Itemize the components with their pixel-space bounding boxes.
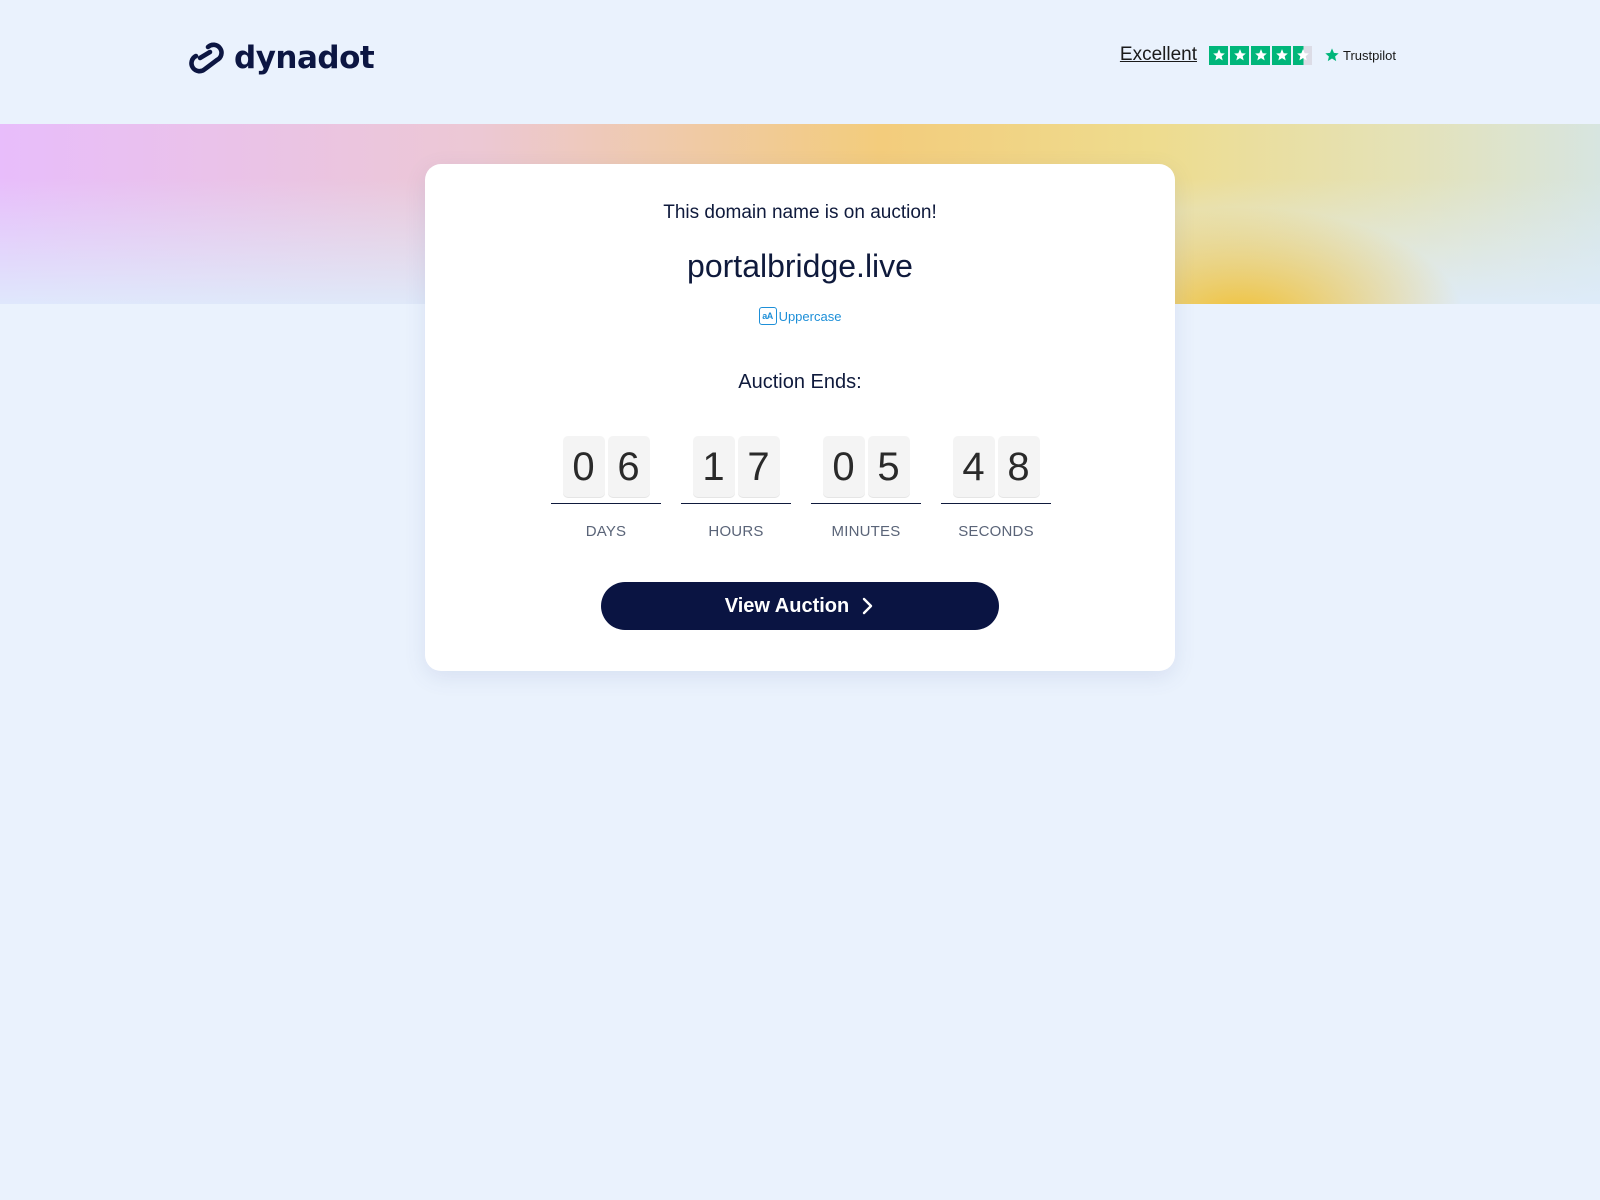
countdown-digits: 0 5 xyxy=(811,436,921,504)
countdown-timer: 0 6 DAYS 1 7 HOURS 0 5 MINUTES 4 8 SECON… xyxy=(551,436,1051,540)
star-icon xyxy=(1272,45,1292,65)
countdown-digit: 0 xyxy=(562,436,605,498)
star-icon xyxy=(1230,45,1250,65)
countdown-digits: 1 7 xyxy=(681,436,791,504)
countdown-digit: 7 xyxy=(737,436,780,498)
auction-card: This domain name is on auction! portalbr… xyxy=(425,164,1175,671)
trustpilot-widget[interactable]: Excellent Trustpilot xyxy=(1120,44,1396,66)
chevron-right-icon xyxy=(863,597,873,615)
dynadot-logo-icon xyxy=(189,42,224,74)
site-header: dynadot Excellent Trustpilot xyxy=(0,0,1600,124)
logo-text: dynadot xyxy=(234,40,375,76)
countdown-digit: 6 xyxy=(607,436,650,498)
countdown-digit: 1 xyxy=(692,436,735,498)
uppercase-label: Uppercase xyxy=(778,308,842,324)
view-auction-button[interactable]: View Auction xyxy=(601,582,999,630)
countdown-digits: 0 6 xyxy=(551,436,661,504)
case-toggle-icon: aA xyxy=(758,307,777,325)
auction-subtitle: This domain name is on auction! xyxy=(663,202,937,223)
trustpilot-brand-text: Trustpilot xyxy=(1343,47,1396,63)
half-star-icon xyxy=(1293,45,1313,65)
countdown-label: HOURS xyxy=(708,523,764,540)
countdown-digits: 4 8 xyxy=(941,436,1051,504)
countdown-label: SECONDS xyxy=(958,523,1034,540)
uppercase-toggle[interactable]: aA Uppercase xyxy=(425,307,1175,325)
countdown-label: MINUTES xyxy=(831,523,901,540)
countdown-hours: 1 7 HOURS xyxy=(681,436,791,540)
trustpilot-brand: Trustpilot xyxy=(1324,47,1396,63)
trustpilot-rating-link[interactable]: Excellent xyxy=(1120,44,1197,66)
star-icon xyxy=(1251,45,1271,65)
auction-ends-label: Auction Ends: xyxy=(738,371,862,393)
countdown-minutes: 0 5 MINUTES xyxy=(811,436,921,540)
countdown-days: 0 6 DAYS xyxy=(551,436,661,540)
trustpilot-star-icon xyxy=(1325,48,1339,62)
countdown-digit: 4 xyxy=(952,436,995,498)
countdown-digit: 5 xyxy=(867,436,910,498)
countdown-label: DAYS xyxy=(585,523,627,540)
countdown-digit: 8 xyxy=(997,436,1040,498)
view-auction-label: View Auction xyxy=(724,594,850,617)
countdown-digit: 0 xyxy=(822,436,865,498)
star-icon xyxy=(1209,45,1229,65)
countdown-seconds: 4 8 SECONDS xyxy=(941,436,1051,540)
domain-name: portalbridge.live xyxy=(687,248,913,284)
dynadot-logo[interactable]: dynadot xyxy=(186,38,375,78)
trustpilot-stars xyxy=(1209,45,1313,65)
